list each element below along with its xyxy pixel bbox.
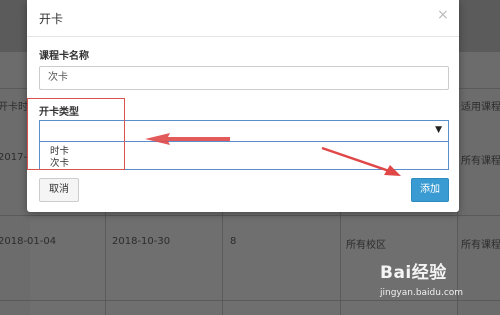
annotation-arrow-left: [145, 133, 230, 145]
watermark-url: jingyan.baidu.com: [380, 288, 464, 298]
watermark-logo: Bai经验: [380, 263, 447, 283]
annotation-arrow-down-right: [321, 146, 401, 176]
